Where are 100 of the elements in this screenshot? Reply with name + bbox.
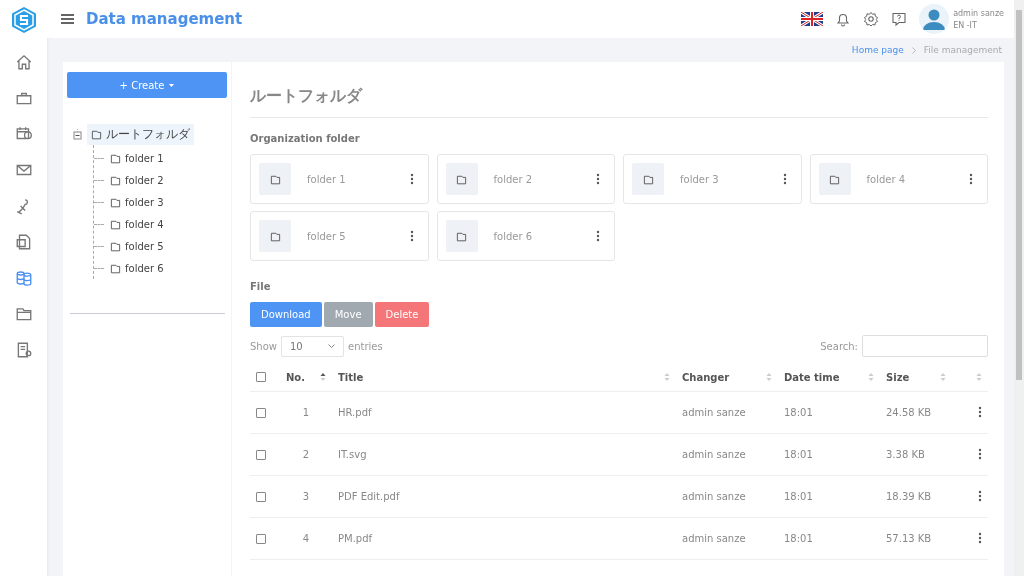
more-icon[interactable] bbox=[596, 230, 600, 242]
table-cell: 1 bbox=[302, 407, 310, 418]
checkbox[interactable] bbox=[256, 449, 266, 460]
table-cell: admin sanze bbox=[682, 533, 746, 544]
action-button[interactable]: Move bbox=[323, 302, 373, 327]
column-header[interactable]: Changer bbox=[682, 371, 730, 383]
table-cell: admin sanze bbox=[682, 407, 746, 418]
tree-item[interactable]: ルートフォルダ bbox=[87, 124, 194, 145]
checkbox[interactable] bbox=[256, 491, 266, 502]
folder-icon bbox=[456, 230, 467, 242]
table-cell: 18:01 bbox=[784, 533, 813, 544]
folder-name: folder 5 bbox=[307, 230, 347, 242]
checkbox[interactable] bbox=[256, 407, 266, 418]
column-header[interactable]: No. bbox=[286, 371, 306, 383]
document-icon[interactable] bbox=[14, 233, 33, 251]
more-icon[interactable] bbox=[978, 489, 982, 502]
folder-card[interactable]: folder 4 bbox=[809, 154, 988, 204]
chevron-down-icon bbox=[328, 344, 335, 348]
table-cell: 24.58 KB bbox=[886, 407, 932, 418]
table-cell: 3 bbox=[302, 491, 310, 502]
more-icon[interactable] bbox=[596, 173, 600, 185]
table-cell: admin sanze bbox=[682, 491, 746, 502]
collapse-icon[interactable] bbox=[73, 129, 84, 140]
folder-title: ルートフォルダ bbox=[250, 78, 988, 118]
folder-card[interactable]: folder 3 bbox=[623, 154, 802, 204]
more-icon[interactable] bbox=[978, 405, 982, 418]
logo-icon[interactable] bbox=[10, 6, 37, 34]
table-cell: 18:01 bbox=[784, 407, 813, 418]
folder-name: folder 3 bbox=[680, 173, 720, 185]
tree-item[interactable]: folder 5 bbox=[106, 237, 168, 255]
table-cell: 3.38 KB bbox=[886, 449, 925, 460]
breadcrumb-current: File management bbox=[923, 45, 1002, 55]
menu-icon[interactable] bbox=[61, 14, 74, 24]
more-icon[interactable] bbox=[969, 173, 973, 185]
more-icon[interactable] bbox=[409, 173, 414, 185]
folder-icon[interactable] bbox=[14, 305, 33, 323]
length-label: entries bbox=[348, 340, 383, 352]
folder-name: folder 1 bbox=[307, 173, 347, 185]
table-cell: 2 bbox=[302, 449, 310, 460]
folder-name: folder 2 bbox=[493, 173, 534, 185]
table-cell: 18:01 bbox=[784, 491, 813, 502]
folder-card[interactable]: folder 6 bbox=[436, 211, 615, 261]
tree-item[interactable]: folder 2 bbox=[106, 171, 168, 189]
user-name[interactable]: admin sanze bbox=[953, 8, 1004, 18]
folder-card[interactable]: folder 1 bbox=[250, 154, 429, 204]
entries-select[interactable]: 10 bbox=[281, 335, 344, 357]
tree-item[interactable]: folder 1 bbox=[106, 149, 168, 167]
folder-icon bbox=[269, 173, 281, 185]
checkbox[interactable] bbox=[256, 372, 266, 382]
folder-icon bbox=[269, 230, 281, 242]
folder-card[interactable]: folder 2 bbox=[436, 154, 615, 204]
table-cell: IT.svg bbox=[338, 449, 367, 460]
action-button[interactable]: Delete bbox=[374, 302, 430, 327]
folder-icon bbox=[110, 240, 121, 252]
tree-item[interactable]: folder 3 bbox=[106, 193, 168, 211]
folder-icon bbox=[110, 262, 121, 274]
tree-item[interactable]: folder 6 bbox=[106, 259, 168, 277]
folder-icon bbox=[829, 173, 840, 185]
section-heading: File bbox=[250, 281, 272, 292]
folder-icon bbox=[456, 173, 467, 185]
folder-icon bbox=[91, 129, 102, 140]
length-label: Show bbox=[250, 340, 277, 352]
column-header[interactable]: Title bbox=[338, 371, 364, 383]
user-language: EN -IT bbox=[953, 20, 978, 30]
search-field[interactable] bbox=[862, 335, 988, 357]
column-header[interactable]: Size bbox=[886, 371, 910, 383]
settings-icon[interactable] bbox=[863, 11, 880, 27]
breadcrumb-link[interactable]: Home page bbox=[851, 45, 904, 55]
folder-name: folder 4 bbox=[866, 173, 907, 185]
folder-icon bbox=[110, 218, 121, 230]
flag-icon[interactable] bbox=[801, 12, 824, 26]
create-button[interactable]: + Create bbox=[67, 72, 227, 98]
table-cell: 18:01 bbox=[784, 449, 813, 460]
table-cell: PM.pdf bbox=[338, 533, 373, 544]
column-header[interactable]: Date time bbox=[784, 371, 840, 383]
folder-icon bbox=[110, 152, 121, 164]
folder-name: folder 6 bbox=[493, 230, 534, 242]
sort-icon[interactable] bbox=[320, 372, 326, 382]
help-icon[interactable] bbox=[891, 11, 908, 27]
table-cell: 57.13 KB bbox=[886, 533, 932, 544]
action-button[interactable]: Download bbox=[250, 302, 322, 327]
home-icon[interactable] bbox=[14, 53, 33, 71]
table-cell: 18.39 KB bbox=[886, 491, 932, 502]
more-icon[interactable] bbox=[978, 447, 982, 460]
folder-icon bbox=[110, 196, 121, 208]
database-icon[interactable] bbox=[14, 269, 33, 287]
section-heading: Organization folder bbox=[250, 133, 361, 144]
tree-item[interactable]: folder 4 bbox=[106, 215, 168, 233]
page-header-title: Data management bbox=[86, 10, 244, 28]
scrollbar[interactable] bbox=[1014, 0, 1024, 576]
more-icon[interactable] bbox=[409, 230, 414, 242]
chevron-icon bbox=[911, 46, 916, 54]
search-label: Search: bbox=[820, 340, 858, 352]
more-icon[interactable] bbox=[978, 531, 982, 544]
checkbox[interactable] bbox=[256, 533, 266, 544]
caret-icon bbox=[169, 83, 175, 87]
folder-icon bbox=[110, 174, 121, 186]
folder-card[interactable]: folder 5 bbox=[250, 211, 429, 261]
bell-icon[interactable] bbox=[835, 11, 852, 27]
more-icon[interactable] bbox=[782, 173, 787, 185]
